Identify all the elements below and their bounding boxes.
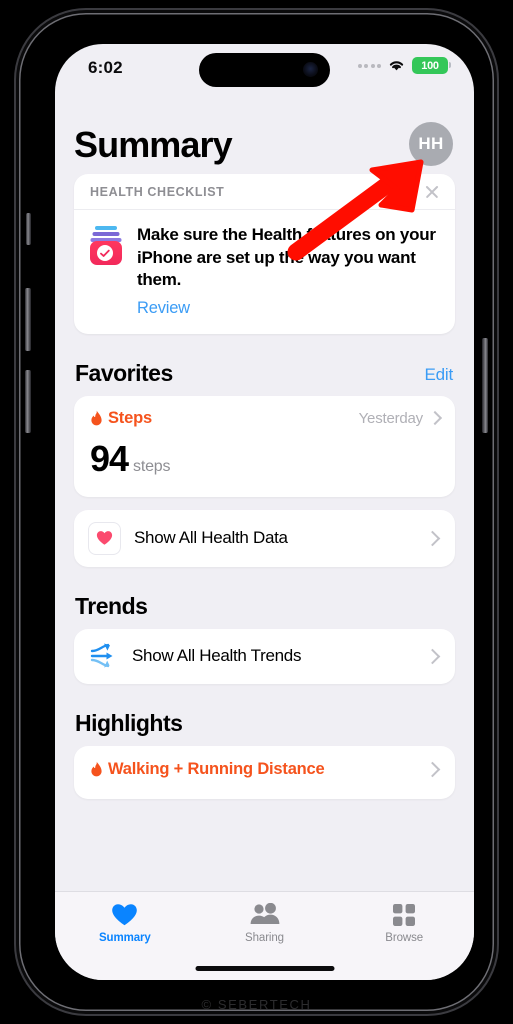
steps-timestamp: Yesterday — [358, 409, 424, 427]
tab-browse-label: Browse — [385, 932, 424, 944]
tab-sharing-label: Sharing — [245, 932, 284, 944]
steps-card-meta: Yesterday — [358, 409, 443, 427]
edit-favorites-button[interactable]: Edit — [425, 365, 454, 387]
front-camera-lens — [303, 62, 318, 77]
walking-running-distance-label: Walking + Running Distance — [108, 759, 325, 778]
chevron-right-icon — [424, 530, 441, 547]
watermark: © SEBERTECH — [201, 997, 312, 1012]
chevron-right-icon — [427, 411, 443, 426]
tab-summary[interactable]: Summary — [55, 901, 195, 944]
walking-running-distance-row[interactable]: Walking + Running Distance — [74, 745, 455, 799]
show-all-health-data-row[interactable]: Show All Health Data — [74, 509, 455, 567]
signal-dots-icon — [357, 63, 381, 68]
chevron-right-icon — [424, 761, 441, 778]
page-header: Summary HH — [55, 96, 474, 174]
show-all-health-trends-row[interactable]: Show All Health Trends — [74, 628, 455, 684]
summary-scroll-view[interactable]: Summary HH HEALTH CHECKLIST Make sure th… — [55, 96, 474, 980]
battery-status-badge: 100 — [412, 57, 451, 74]
trends-section-header: Trends — [75, 593, 453, 620]
health-checklist-kicker: HEALTH CHECKLIST — [90, 185, 225, 199]
favorites-title: Favorites — [75, 359, 173, 386]
health-checklist-message: Make sure the Health features on your iP… — [137, 225, 436, 290]
show-all-health-trends-label: Show All Health Trends — [132, 646, 302, 666]
volume-down-button[interactable] — [25, 370, 31, 433]
status-time: 6:02 — [88, 58, 123, 77]
tab-browse[interactable]: Browse — [334, 901, 474, 944]
status-indicators: 100 — [357, 57, 451, 74]
health-checklist-header: HEALTH CHECKLIST — [74, 174, 455, 210]
tab-summary-label: Summary — [98, 932, 151, 944]
steps-label: Steps — [108, 408, 152, 427]
mute-switch-button[interactable] — [26, 213, 31, 245]
avatar[interactable]: HH — [409, 122, 453, 166]
health-checklist-body: Make sure the Health features on your iP… — [74, 210, 455, 334]
people-icon — [249, 901, 281, 928]
heart-icon — [111, 901, 138, 928]
tab-bar: Summary Sharing Browse — [55, 891, 474, 980]
health-checklist-card[interactable]: HEALTH CHECKLIST Make sure the Health fe… — [74, 174, 455, 334]
favorites-section-header: Favorites Edit — [75, 360, 453, 387]
steps-card-header: Steps Yesterday — [90, 409, 443, 428]
health-checklist-icon — [88, 226, 124, 266]
heart-icon — [88, 521, 121, 555]
phone-screen: 6:02 100 Summary HH HEALTH CHECKLIST Mak… — [55, 44, 474, 980]
home-indicator[interactable] — [195, 966, 334, 971]
iphone-device-frame: 6:02 100 Summary HH HEALTH CHECKLIST Mak… — [14, 8, 499, 1016]
flame-icon — [91, 410, 102, 426]
status-bar: 6:02 100 — [55, 44, 474, 96]
trends-arrows-icon — [88, 641, 119, 672]
volume-up-button[interactable] — [25, 288, 31, 351]
wifi-icon — [389, 61, 404, 71]
highlights-title: Highlights — [75, 709, 183, 736]
review-link[interactable]: Review — [137, 299, 439, 318]
highlight-metric-name: Walking + Running Distance — [90, 760, 325, 779]
steps-card[interactable]: Steps Yesterday 94 steps — [74, 395, 455, 497]
power-button[interactable] — [482, 338, 488, 433]
steps-metric-name: Steps — [90, 409, 152, 428]
chevron-right-icon — [424, 648, 441, 665]
grid-icon — [392, 901, 416, 928]
close-icon[interactable] — [422, 182, 442, 202]
highlights-section-header: Highlights — [75, 710, 453, 737]
dynamic-island — [199, 53, 330, 87]
page-title: Summary — [74, 124, 233, 165]
steps-unit: steps — [133, 457, 171, 475]
flame-icon — [91, 761, 102, 777]
trends-title: Trends — [75, 592, 148, 619]
steps-count: 94 — [90, 437, 129, 479]
content-sheet: HEALTH CHECKLIST Make sure the Health fe… — [55, 174, 474, 799]
steps-value-row: 94 steps — [90, 438, 440, 480]
show-all-health-data-label: Show All Health Data — [134, 528, 288, 548]
health-checklist-text: Make sure the Health features on your iP… — [137, 224, 439, 318]
tab-sharing[interactable]: Sharing — [195, 901, 335, 944]
